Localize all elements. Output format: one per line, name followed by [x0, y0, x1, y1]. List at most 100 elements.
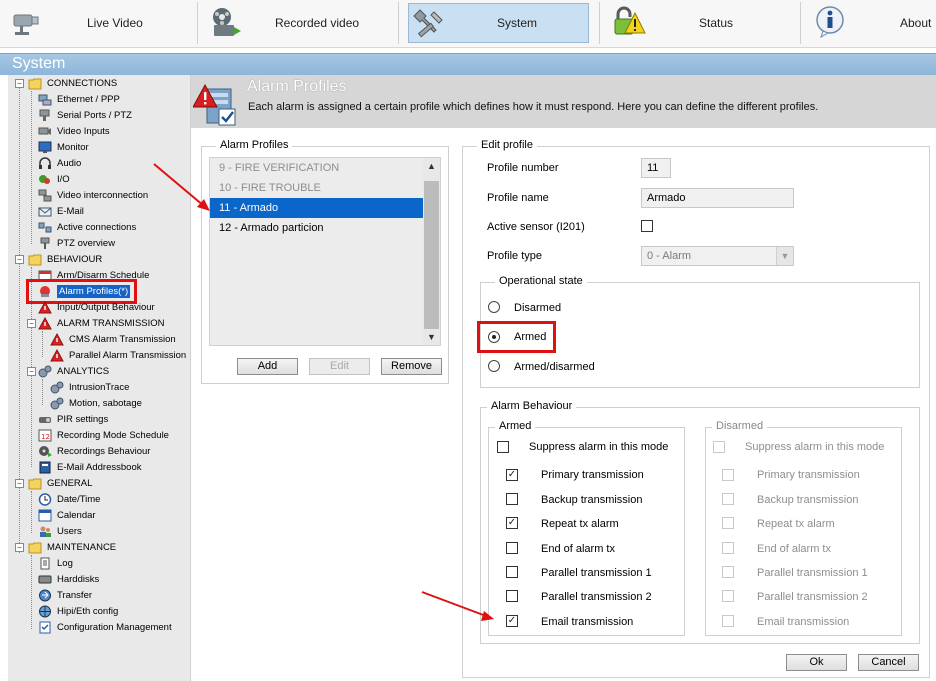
active-sensor-checkbox[interactable] — [641, 220, 653, 232]
sidebar-item-motion-sabotage[interactable]: Motion, sabotage — [50, 395, 142, 411]
edit-button[interactable]: Edit — [309, 358, 370, 375]
profile-type-label: Profile type — [487, 250, 543, 262]
sidebar-item-email[interactable]: E-Mail — [38, 203, 84, 219]
sidebar-item-monitor[interactable]: Monitor — [38, 139, 89, 155]
folder-icon — [28, 78, 42, 89]
disarmed-parallel-1-checkbox[interactable] — [722, 566, 734, 578]
sidebar-item-ethernet[interactable]: Ethernet / PPP — [38, 91, 120, 107]
sidebar-item-video-interconnection[interactable]: Video interconnection — [38, 187, 148, 203]
sidebar-item-date-time[interactable]: Date/Time — [38, 491, 100, 507]
sidebar-group-general[interactable]: GENERAL — [28, 475, 92, 491]
armed-primary-checkbox[interactable]: ✓ — [506, 469, 518, 481]
sidebar-item-input-output-behaviour[interactable]: Input/Output Behaviour — [38, 299, 155, 315]
armed-parallel-2-checkbox[interactable] — [506, 590, 518, 602]
scroll-up-icon[interactable]: ▲ — [427, 161, 436, 171]
disarmed-email-checkbox[interactable] — [722, 615, 734, 627]
sidebar-item-audio[interactable]: Audio — [38, 155, 81, 171]
armed-backup-checkbox[interactable] — [506, 493, 518, 505]
disarmed-end-of-alarm-checkbox[interactable] — [722, 542, 734, 554]
armed-repeat-label: Repeat tx alarm — [541, 518, 619, 530]
lock-warning-icon — [614, 6, 646, 35]
add-button[interactable]: Add — [237, 358, 298, 375]
list-item-profile-10[interactable]: 10 - FIRE TROUBLE — [210, 178, 424, 198]
sidebar-item-active-connections[interactable]: Active connections — [38, 219, 136, 235]
remove-button[interactable]: Remove — [381, 358, 442, 375]
ptz-camera-icon — [39, 109, 50, 121]
list-item-profile-11[interactable]: 11 - Armado — [210, 198, 424, 218]
sidebar-item-io[interactable]: I/O — [38, 171, 70, 187]
wrench-icon — [413, 9, 443, 38]
cancel-button[interactable]: Cancel — [858, 654, 919, 671]
armed-repeat-checkbox[interactable]: ✓ — [506, 517, 518, 529]
sidebar-item-intrusiontrace[interactable]: IntrusionTrace — [50, 379, 129, 395]
sidebar-item-recording-mode-schedule[interactable]: 12 Recording Mode Schedule — [38, 427, 169, 443]
nav-system[interactable]: System — [408, 3, 589, 43]
sidebar-item-serial-ports[interactable]: Serial Ports / PTZ — [38, 107, 132, 123]
io-icon — [39, 174, 50, 184]
nav-status-label: Status — [699, 16, 734, 30]
chevron-down-icon[interactable]: ▼ — [776, 247, 793, 265]
sidebar-item-recordings-behaviour[interactable]: Recordings Behaviour — [38, 443, 150, 459]
armed-parallel-1-checkbox[interactable] — [506, 566, 518, 578]
sidebar-item-ptz-overview[interactable]: PTZ overview — [38, 235, 115, 251]
radio-armed-disarmed[interactable] — [488, 360, 500, 372]
disarmed-backup-checkbox[interactable] — [722, 493, 734, 505]
sidebar-item-email-addressbook[interactable]: E-Mail Addressbook — [38, 459, 141, 475]
nav-recorded-video-label: Recorded video — [275, 16, 360, 30]
maintenance-collapse-toggle[interactable]: − — [15, 543, 24, 552]
nav-recorded-video[interactable]: Recorded video — [200, 3, 396, 43]
scrollbar-thumb[interactable] — [424, 181, 439, 329]
list-scrollbar[interactable]: ▲ ▼ — [423, 158, 440, 345]
profile-type-select[interactable]: 0 - Alarm ▼ — [641, 246, 794, 266]
sidebar-item-users[interactable]: Users — [38, 523, 82, 539]
sidebar-group-connections[interactable]: CONNECTIONS — [28, 75, 117, 91]
armed-end-of-alarm-checkbox[interactable] — [506, 542, 518, 554]
general-collapse-toggle[interactable]: − — [15, 479, 24, 488]
sidebar-group-analytics[interactable]: ANALYTICS — [38, 363, 109, 379]
armed-legend: Armed — [495, 420, 536, 432]
sidebar-item-configuration-management[interactable]: Configuration Management — [38, 619, 172, 635]
sidebar-item-parallel-alarm-transmission[interactable]: Parallel Alarm Transmission — [50, 347, 186, 363]
alarm-profiles-list[interactable]: 9 - FIRE VERIFICATION 10 - FIRE TROUBLE … — [209, 157, 441, 346]
ok-button[interactable]: Ok — [786, 654, 847, 671]
alarm-behaviour-legend: Alarm Behaviour — [487, 400, 577, 412]
nav-system-label: System — [497, 16, 538, 30]
scroll-down-icon[interactable]: ▼ — [427, 332, 436, 342]
disarmed-parallel-2-checkbox[interactable] — [722, 590, 734, 602]
disarmed-backup-label: Backup transmission — [757, 494, 859, 506]
sidebar-item-hipi-eth-config[interactable]: Hipi/Eth config — [38, 603, 118, 619]
sidebar-item-cms-alarm-transmission[interactable]: CMS Alarm Transmission — [50, 331, 176, 347]
monitor-icon — [38, 141, 52, 153]
disarmed-suppress-checkbox[interactable] — [713, 441, 725, 453]
nav-live-video[interactable]: Live Video — [0, 3, 196, 43]
armed-behaviour-group: Armed — [488, 420, 685, 636]
alarm-transmission-collapse-toggle[interactable]: − — [27, 319, 36, 328]
sidebar-item-log[interactable]: Log — [38, 555, 73, 571]
sidebar-item-calendar[interactable]: Calendar — [38, 507, 96, 523]
armed-email-checkbox[interactable]: ✓ — [506, 615, 518, 627]
sidebar-item-transfer[interactable]: Transfer — [38, 587, 92, 603]
sidebar-group-maintenance[interactable]: MAINTENANCE — [28, 539, 116, 555]
analytics-collapse-toggle[interactable]: − — [27, 367, 36, 376]
profile-number-field[interactable]: 11 — [641, 158, 671, 178]
behaviour-collapse-toggle[interactable]: − — [15, 255, 24, 264]
radio-disarmed[interactable] — [488, 301, 500, 313]
sidebar-group-behaviour[interactable]: BEHAVIOUR — [28, 251, 102, 267]
ptz-icon — [40, 237, 50, 249]
sidebar-item-pir-settings[interactable]: PIR settings — [38, 411, 108, 427]
pir-sensor-icon — [39, 416, 51, 423]
connections-collapse-toggle[interactable]: − — [15, 79, 24, 88]
armed-suppress-checkbox[interactable] — [497, 441, 509, 453]
nav-about[interactable]: About — [803, 3, 936, 43]
disarmed-repeat-checkbox[interactable] — [722, 517, 734, 529]
sidebar-item-harddisks[interactable]: Harddisks — [38, 571, 99, 587]
list-item-profile-9[interactable]: 9 - FIRE VERIFICATION — [210, 158, 424, 178]
sidebar-group-alarm-transmission[interactable]: ALARM TRANSMISSION — [38, 315, 165, 331]
sidebar-item-video-inputs[interactable]: Video Inputs — [38, 123, 110, 139]
disarmed-primary-checkbox[interactable] — [722, 469, 734, 481]
profile-name-field[interactable]: Armado — [641, 188, 794, 208]
list-item-profile-12[interactable]: 12 - Armado particion — [210, 218, 424, 238]
nav-status[interactable]: Status — [602, 3, 798, 43]
email-icon — [38, 207, 52, 216]
calendar-icon: 12 — [38, 429, 52, 441]
